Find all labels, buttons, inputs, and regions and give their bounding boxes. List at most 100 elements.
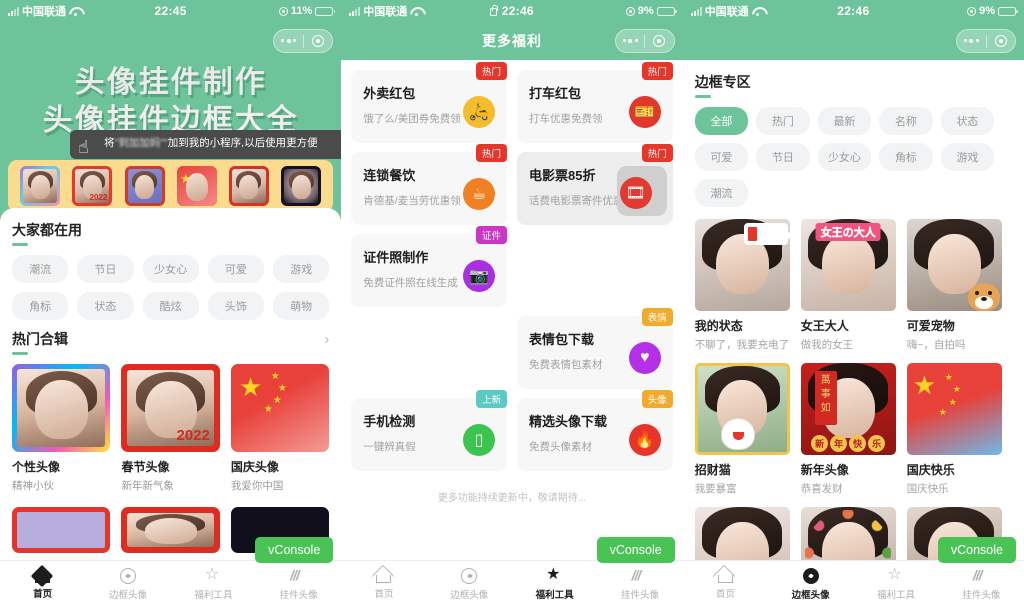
avatar-thumb[interactable] <box>20 166 61 206</box>
tab-label: 边框头像 <box>108 589 147 601</box>
lucky-cat-overlay-icon <box>720 418 755 450</box>
film-icon: 🎞 <box>619 177 652 209</box>
tag-chip[interactable]: 少女心 <box>142 255 199 283</box>
add-to-mini-program-tooltip[interactable]: ☝ 将"到加加妈""加到我的小程序,以后使用更方便 <box>70 130 342 159</box>
filter-chip[interactable]: 少女心 <box>817 143 872 171</box>
tag-chip[interactable]: 状态 <box>77 292 134 320</box>
tag-chip[interactable]: 萌物 <box>273 292 330 320</box>
status-bar: 中国联通 22:46 9% <box>682 0 1024 22</box>
tag-chip[interactable]: 酷炫 <box>142 292 199 320</box>
benefit-card[interactable]: 热门 连锁餐饮 肯德基/麦当劳优惠领 ☕ <box>351 144 507 225</box>
benefit-card[interactable]: 证件 证件照制作 免费证件照在线生成 📷 <box>351 226 507 307</box>
filter-chip[interactable]: 潮流 <box>694 179 749 207</box>
more-menu-icon[interactable] <box>616 39 645 43</box>
tab-pendant[interactable]: /// 挂件头像 <box>597 567 682 601</box>
nav-bar <box>0 22 342 60</box>
close-circle-icon[interactable] <box>304 35 333 47</box>
tag-chip[interactable]: 可爱 <box>207 255 265 283</box>
filter-chip[interactable]: 游戏 <box>940 143 995 171</box>
battery-overlay-icon <box>743 223 790 245</box>
avatar-thumb[interactable] <box>124 166 165 206</box>
wechat-capsule[interactable] <box>614 29 675 53</box>
tag-chip[interactable]: 头饰 <box>207 292 265 320</box>
frame-item[interactable]: 我的状态 不聊了，我要充电了 <box>694 219 790 352</box>
frame-thumbnail <box>694 363 790 455</box>
card-badge: 上新 <box>475 390 507 408</box>
frame-thumbnail: 萬事如 新年快乐 <box>800 363 896 455</box>
tooltip-blurred-name: "到加加妈"" <box>114 137 168 149</box>
wechat-capsule[interactable] <box>273 29 334 53</box>
more-menu-icon[interactable] <box>957 39 986 43</box>
tab-frames[interactable]: 边框头像 <box>768 567 853 601</box>
collection-card[interactable] <box>12 507 111 553</box>
location-icon <box>625 6 635 16</box>
frame-item[interactable]: 女王の大人 女王大人 做我的女王 <box>800 219 896 352</box>
filter-chip[interactable]: 热门 <box>756 107 810 135</box>
benefit-card[interactable]: 头像 精选头像下载 免费头像素材 🔥 <box>517 390 673 471</box>
benefit-card[interactable]: 热门 打车红包 打车优惠免费领 🎫 <box>517 62 673 143</box>
card-thumbnail <box>12 364 111 452</box>
benefit-card[interactable]: 上新 手机检测 一键辨真假 ▯ <box>351 390 507 471</box>
tab-tools[interactable]: ☆ 福利工具 <box>853 567 938 602</box>
tag-chip[interactable]: 游戏 <box>273 255 330 283</box>
tab-bar: 首页 边框头像 ☆ 福利工具 /// 挂件头像 <box>682 560 1024 607</box>
tab-home[interactable]: 首页 <box>683 569 768 600</box>
avatar-thumb[interactable] <box>281 166 322 206</box>
tab-home[interactable]: 首页 <box>0 569 85 600</box>
benefit-card[interactable]: 热门 电影票85折 话费电影票寄件优惠领 🎞 <box>517 144 673 225</box>
filter-chip[interactable]: 最新 <box>817 107 872 135</box>
tag-chip[interactable]: 角标 <box>12 292 69 320</box>
close-circle-icon[interactable] <box>986 35 1015 47</box>
tab-label: 挂件头像 <box>279 590 318 601</box>
frame-title: 我的状态 <box>694 319 743 333</box>
filter-chip[interactable]: 节日 <box>756 143 810 171</box>
vconsole-button[interactable]: vConsole <box>937 537 1016 563</box>
avatar-preview-strip[interactable]: 2022 ★ <box>8 160 334 212</box>
collection-card[interactable] <box>121 507 220 553</box>
close-circle-icon[interactable] <box>645 35 674 47</box>
tab-label: 挂件头像 <box>620 590 659 601</box>
filter-chip[interactable]: 状态 <box>940 107 995 135</box>
tag-chip[interactable]: 潮流 <box>12 255 69 283</box>
chevron-right-icon[interactable]: › <box>324 331 329 348</box>
benefit-card[interactable]: 表情 表情包下载 免费表情包素材 ♥ <box>517 308 673 389</box>
frame-item[interactable]: ★ ★ ★ ★ ★ 国庆快乐 国庆快乐 <box>906 363 1002 496</box>
wifi-icon <box>752 6 764 16</box>
filter-chip[interactable]: 可爱 <box>694 143 749 171</box>
frame-desc: 嗨~，自拍吗 <box>906 339 966 351</box>
avatar-thumb[interactable] <box>228 166 269 206</box>
tab-frames[interactable]: 边框头像 <box>85 567 170 601</box>
vconsole-button[interactable]: vConsole <box>596 537 675 563</box>
frame-item[interactable]: 可爱宠物 嗨~，自拍吗 <box>906 219 1002 352</box>
tab-pendant[interactable]: /// 挂件头像 <box>256 567 341 601</box>
battery-label: 9% <box>637 5 654 17</box>
collection-card[interactable]: 个性头像 精神小伙 <box>12 364 111 493</box>
vconsole-button[interactable]: vConsole <box>255 537 334 563</box>
tab-pendant[interactable]: /// 挂件头像 <box>939 567 1024 601</box>
benefit-column-right: 热门 打车红包 打车优惠免费领 🎫 热门 电影票85折 话费电影票寄件优惠领 🎞 <box>517 62 673 471</box>
tab-label: 边框头像 <box>791 589 830 601</box>
tag-chip[interactable]: 节日 <box>77 255 134 283</box>
frame-item[interactable]: 萬事如 新年快乐 新年头像 恭喜发财 <box>800 363 896 496</box>
tab-tools[interactable]: ☆ 福利工具 <box>171 567 256 602</box>
frame-desc: 国庆快乐 <box>906 483 949 495</box>
tab-home[interactable]: 首页 <box>341 569 426 600</box>
status-bar-left: 中国联通 <box>690 3 764 19</box>
filter-chip-all[interactable]: 全部 <box>694 107 749 135</box>
wechat-capsule[interactable] <box>955 29 1016 53</box>
card-badge: 热门 <box>641 144 673 162</box>
frame-item[interactable]: 招财猫 我要暴富 <box>694 363 790 496</box>
collection-card[interactable]: 2022 春节头像 新年新气象 <box>121 364 220 493</box>
benefit-card[interactable]: 热门 外卖红包 饿了么/美团券免费领 🛵 <box>351 62 507 143</box>
card-badge: 表情 <box>641 308 673 326</box>
tab-tools[interactable]: ★ 福利工具 <box>512 567 597 602</box>
tab-frames[interactable]: 边框头像 <box>427 567 512 601</box>
banner-line-1: 头像挂件制作 <box>74 65 267 101</box>
filter-chip[interactable]: 角标 <box>879 143 933 171</box>
filter-chip[interactable]: 名称 <box>879 107 933 135</box>
collection-card[interactable]: ★ ★ ★ ★ ★ 国庆头像 我爱你中国 <box>230 364 330 493</box>
avatar-thumb[interactable]: 2022 <box>72 166 113 206</box>
tab-bar: 首页 边框头像 ★ 福利工具 /// 挂件头像 <box>341 560 683 607</box>
more-menu-icon[interactable] <box>274 39 303 43</box>
avatar-thumb[interactable]: ★ <box>176 166 217 206</box>
